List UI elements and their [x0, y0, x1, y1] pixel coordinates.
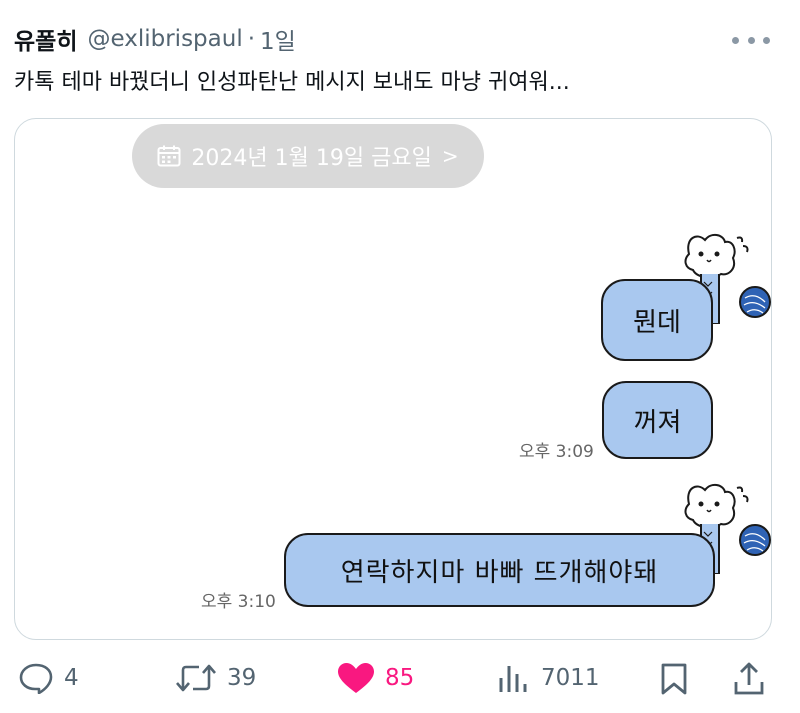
retweet-button[interactable]: 39 [175, 662, 256, 694]
chevron-right-icon: > [441, 144, 459, 168]
like-button[interactable]: 85 [337, 662, 414, 694]
retweet-count: 39 [227, 665, 257, 691]
separator: · [247, 26, 256, 52]
post-header: 유폴히 @exlibrispaul · 1일 [14, 22, 296, 56]
like-count: 85 [385, 665, 415, 691]
reply-count: 4 [64, 665, 79, 691]
date-pill: 2024년 1월 19일 금요일 > [132, 124, 484, 188]
media-image[interactable]: 2024년 1월 19일 금요일 > 뭔데 꺼져 오후 3:09 연락하지마 바… [14, 118, 772, 640]
views-count: 7011 [541, 665, 600, 691]
chat-bubble: 연락하지마 바빠 뜨개해야돼 [284, 533, 715, 607]
reply-button[interactable]: 4 [18, 662, 79, 694]
share-button[interactable] [733, 662, 765, 696]
message-time: 오후 3:09 [519, 442, 594, 462]
chat-bubble: 꺼져 [602, 381, 713, 459]
author-name[interactable]: 유폴히 [14, 22, 77, 56]
views-button[interactable]: 7011 [497, 662, 600, 694]
post-time[interactable]: 1일 [260, 22, 296, 56]
more-icon[interactable] [732, 30, 770, 50]
calendar-icon [157, 145, 181, 167]
chat-message-text: 연락하지마 바빠 뜨개해야돼 [340, 557, 659, 588]
bookmark-icon [661, 663, 687, 695]
share-icon [734, 662, 764, 695]
views-icon [499, 666, 527, 692]
action-bar: 4 39 85 7011 [0, 650, 800, 710]
reply-icon [19, 663, 53, 694]
author-handle[interactable]: @exlibrispaul [87, 26, 242, 52]
date-label: 2024년 1월 19일 금요일 [191, 146, 432, 171]
chat-message-text: 뭔데 [633, 307, 681, 338]
heart-icon [338, 663, 374, 693]
chat-message-text: 꺼져 [633, 407, 682, 438]
bookmark-button[interactable] [660, 662, 688, 696]
chat-bubble: 뭔데 [601, 279, 713, 361]
retweet-icon [176, 664, 216, 692]
tweet-text: 카톡 테마 바꿨더니 인성파탄난 메시지 보내도 마냥 귀여워... [14, 70, 570, 95]
message-time: 오후 3:10 [201, 592, 276, 612]
